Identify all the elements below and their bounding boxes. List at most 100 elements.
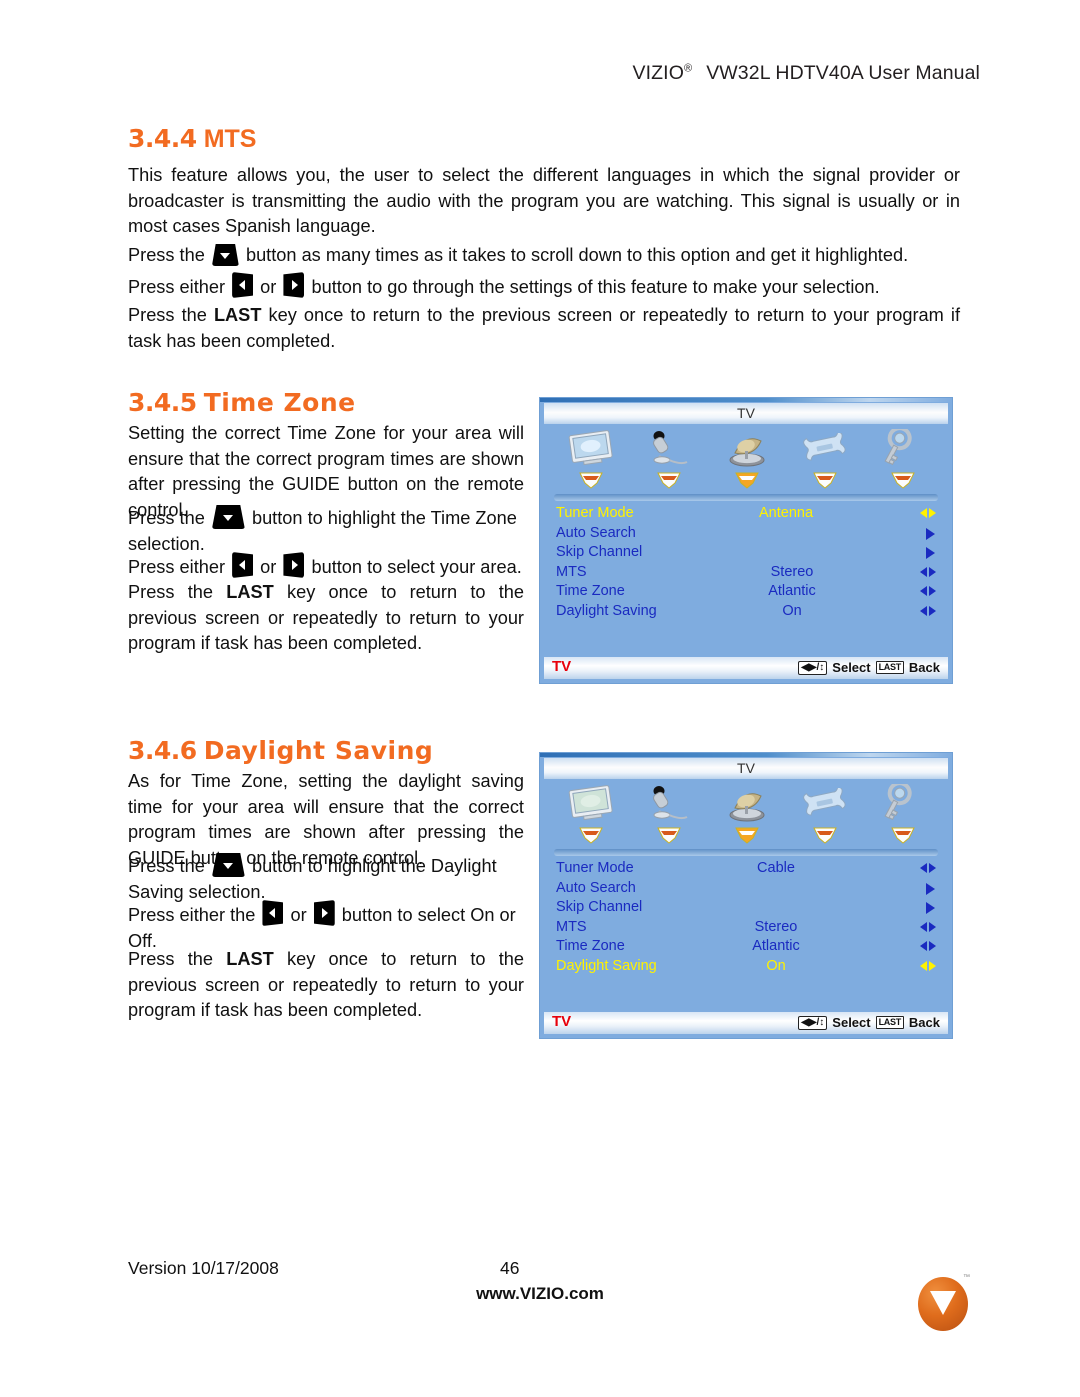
- osd-row-tuner-mode[interactable]: Tuner Mode Antenna: [556, 505, 938, 525]
- heading-title: Daylight Saving: [203, 736, 434, 765]
- osd-separator: [554, 494, 938, 501]
- press-the-tail: button as many times as it takes to scro…: [245, 245, 909, 265]
- mts-last-paragraph: Press the LAST key once to return to the…: [128, 303, 960, 354]
- left-arrow-key-icon: [232, 272, 254, 298]
- row-value: On: [782, 602, 802, 619]
- daylight-last-paragraph: Press the LAST key once to return to the…: [128, 947, 524, 1024]
- osd-tab-setup[interactable]: [790, 427, 860, 490]
- row-arrow-left-right-icon[interactable]: [920, 507, 936, 523]
- osd-tab-tv[interactable]: [712, 427, 782, 490]
- mts-press-lr-paragraph: Press either or button to go through the…: [128, 272, 960, 301]
- osd-tab-picture[interactable]: [556, 782, 626, 845]
- osd-separator: [554, 849, 938, 856]
- daylight-press-lr-paragraph: Press either the or button to select On …: [128, 900, 524, 954]
- osd-daylight-saving-menu[interactable]: TV Tuner Mode Cable Auto Search Skip Cha…: [540, 753, 952, 1038]
- heading-number: 3.4.6: [128, 736, 197, 765]
- footer-page-number: 46: [500, 1258, 520, 1278]
- osd-row-list[interactable]: Tuner Mode Antenna Auto Search Skip Chan…: [556, 505, 938, 622]
- or-label: or: [260, 557, 277, 577]
- picture-icon: [556, 782, 626, 826]
- row-arrow-left-right-icon[interactable]: [920, 862, 936, 878]
- osd-row-skip-channel[interactable]: Skip Channel: [556, 544, 938, 564]
- osd-row-tuner-mode[interactable]: Tuner Mode Cable: [556, 860, 938, 880]
- osd-tab-parental[interactable]: [868, 427, 938, 490]
- osd-tab-audio[interactable]: [634, 782, 704, 845]
- row-value: Atlantic: [752, 938, 800, 954]
- row-arrow-left-right-icon[interactable]: [920, 921, 936, 937]
- heading-number: 3.4.4: [128, 124, 197, 153]
- osd-row-daylight-saving[interactable]: Daylight Saving On: [556, 603, 938, 623]
- osd-tab-parental[interactable]: [868, 782, 938, 845]
- tab-badge: [890, 472, 916, 490]
- vizio-logo: ™: [918, 1274, 970, 1331]
- osd-row-mts[interactable]: MTS Stereo: [556, 564, 938, 584]
- row-label: Tuner Mode: [556, 505, 634, 521]
- footer-version: Version 10/17/2008: [128, 1258, 279, 1278]
- osd-source-label: TV: [552, 1013, 572, 1030]
- press-either-label: Press either: [128, 557, 226, 577]
- row-arrow-right-icon[interactable]: [925, 882, 936, 898]
- osd-tab-tv[interactable]: [712, 782, 782, 845]
- right-arrow-key-icon: [283, 272, 305, 298]
- row-arrow-left-right-icon[interactable]: [920, 605, 936, 621]
- timezone-press-lr-paragraph: Press either or button to select your ar…: [128, 552, 524, 581]
- row-arrow-left-right-icon[interactable]: [920, 940, 936, 956]
- mts-intro-paragraph: This feature allows you, the user to sel…: [128, 163, 960, 240]
- audio-icon: [634, 427, 704, 471]
- parental-icon: [868, 427, 938, 471]
- row-arrow-right-icon[interactable]: [925, 546, 936, 562]
- osd-row-list[interactable]: Tuner Mode Cable Auto Search Skip Channe…: [556, 860, 938, 977]
- osd-row-skip-channel[interactable]: Skip Channel: [556, 899, 938, 919]
- osd-top-accent: [540, 398, 952, 402]
- logo-v-mark: [930, 1291, 956, 1316]
- or-label: or: [290, 905, 307, 925]
- osd-tab-strip[interactable]: [552, 783, 942, 845]
- trademark-mark: ™: [963, 1274, 970, 1281]
- row-arrow-right-icon[interactable]: [925, 901, 936, 917]
- back-label: Back: [908, 1015, 940, 1030]
- row-arrow-left-right-icon[interactable]: [920, 566, 936, 582]
- press-either-label: Press either: [128, 277, 226, 297]
- tab-badge: [812, 827, 838, 845]
- tv-tuner-icon: [712, 427, 782, 471]
- heading-3-4-5: 3.4.5 Time Zone: [128, 388, 356, 417]
- heading-title: Time Zone: [203, 388, 356, 417]
- press-the-label: Press the: [128, 245, 205, 265]
- picture-icon: [556, 427, 626, 471]
- down-arrow-key-icon: [211, 244, 239, 266]
- right-arrow-key-icon: [283, 552, 305, 578]
- osd-row-auto-search[interactable]: Auto Search: [556, 525, 938, 545]
- osd-row-time-zone[interactable]: Time Zone Atlantic: [556, 583, 938, 603]
- manual-page: VIZIO® VW32L HDTV40A User Manual 3.4.4 MTS…: [0, 0, 1080, 1397]
- row-value: Antenna: [758, 505, 814, 521]
- osd-hint-group: ◀▶/↕ Select LAST Back: [798, 660, 940, 675]
- row-value: Stereo: [770, 563, 814, 580]
- row-label: Time Zone: [556, 938, 625, 954]
- tv-tuner-icon: [712, 782, 782, 826]
- osd-tab-audio[interactable]: [634, 427, 704, 490]
- osd-tab-setup[interactable]: [790, 782, 860, 845]
- press-either-tail: button to go through the settings of thi…: [311, 277, 880, 297]
- nav-hint-icon: ◀▶/↕: [798, 660, 828, 675]
- osd-tab-strip[interactable]: [552, 428, 942, 490]
- right-arrow-key-icon: [313, 900, 335, 926]
- osd-row-daylight-saving[interactable]: Daylight Saving On: [556, 958, 938, 978]
- mts-intro-text: This feature allows you, the user to sel…: [128, 165, 960, 236]
- row-arrow-right-icon[interactable]: [925, 527, 936, 543]
- back-label: Back: [908, 660, 940, 675]
- osd-tuner-mode-menu[interactable]: TV Tuner Mode Antenna Auto Search Skip C…: [540, 398, 952, 683]
- osd-row-time-zone[interactable]: Time Zone Atlantic: [556, 938, 938, 958]
- left-arrow-key-icon: [262, 900, 284, 926]
- brand-name: VIZIO: [632, 62, 684, 84]
- osd-row-auto-search[interactable]: Auto Search: [556, 880, 938, 900]
- row-arrow-left-right-icon[interactable]: [920, 960, 936, 976]
- osd-row-mts[interactable]: MTS Stereo: [556, 919, 938, 939]
- osd-tab-picture[interactable]: [556, 427, 626, 490]
- row-arrow-left-right-icon[interactable]: [920, 585, 936, 601]
- select-label: Select: [832, 1015, 871, 1030]
- audio-icon: [634, 782, 704, 826]
- osd-title: TV: [544, 403, 948, 424]
- tab-badge-active: [734, 472, 760, 490]
- down-arrow-key-icon: [211, 853, 245, 877]
- parental-icon: [868, 782, 938, 826]
